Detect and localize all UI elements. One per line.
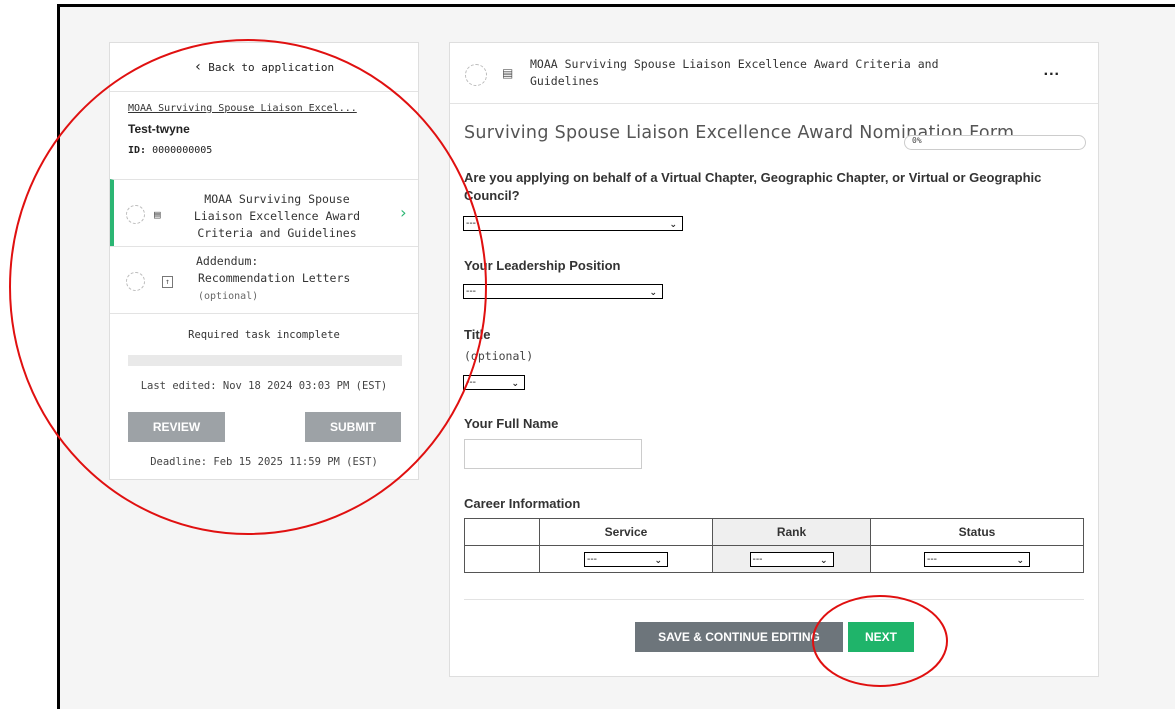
- optional-tag: (optional): [198, 291, 259, 302]
- chapter-type-select[interactable]: --- ⌄: [463, 216, 683, 231]
- table-header-row: Service Rank Status: [464, 518, 1084, 546]
- id-label: ID:: [128, 145, 147, 156]
- submit-button[interactable]: SUBMIT: [305, 412, 401, 442]
- table-row: --- ⌄ --- ⌄ --- ⌄: [464, 545, 1084, 573]
- chevron-down-icon: ⌄: [819, 554, 828, 565]
- title-optional-tag: (optional): [464, 349, 534, 363]
- select-value: ---: [466, 377, 476, 388]
- task-status-circle-icon: [126, 272, 145, 291]
- task-status-circle-icon: [126, 205, 145, 224]
- select-value: ---: [927, 553, 937, 565]
- back-to-application-link[interactable]: ‹ Back to application: [110, 43, 418, 92]
- id-value: 0000000005: [152, 145, 213, 156]
- applicant-name: Test-twyne: [128, 122, 190, 136]
- select-value: ---: [466, 218, 476, 229]
- upload-icon: ↑: [162, 276, 173, 288]
- completion-indicator: 0%: [904, 135, 1086, 150]
- select-value: ---: [466, 286, 476, 297]
- task-header: ▤ MOAA Surviving Spouse Liaison Excellen…: [450, 43, 1098, 104]
- leadership-position-label: Your Leadership Position: [464, 258, 621, 273]
- table-cell: --- ⌄: [539, 545, 713, 573]
- deadline-text: Deadline: Feb 15 2025 11:59 PM (EST): [150, 456, 378, 468]
- service-column-header: Service: [539, 518, 713, 546]
- application-info: MOAA Surviving Spouse Liaison Excel... T…: [128, 103, 402, 156]
- status-select[interactable]: --- ⌄: [924, 551, 1030, 567]
- chevron-right-icon: ›: [398, 203, 408, 222]
- application-sidebar: ‹ Back to application MOAA Surviving Spo…: [109, 42, 419, 480]
- review-button[interactable]: REVIEW: [128, 412, 225, 442]
- task-label-line: Liaison Excellence Award: [193, 209, 361, 223]
- submission-status: Required task incomplete Last edited: No…: [110, 313, 418, 468]
- back-label: Back to application: [208, 60, 335, 74]
- chevron-down-icon: ⌄: [654, 554, 662, 565]
- rank-column-header: Rank: [712, 518, 871, 546]
- title-label: Title: [464, 327, 491, 342]
- document-icon: ▤: [154, 208, 161, 221]
- task-label: Addendum: Recommendation Letters (option…: [176, 253, 366, 305]
- leadership-position-select[interactable]: --- ⌄: [463, 284, 663, 299]
- status-column-header: Status: [870, 518, 1084, 546]
- sidebar-task-criteria[interactable]: ▤ MOAA Surviving Spouse Liaison Excellen…: [110, 179, 418, 246]
- chevron-down-icon: ⌄: [669, 219, 677, 229]
- application-id: ID: 0000000005: [128, 145, 402, 156]
- more-options-button[interactable]: ...: [1044, 62, 1060, 80]
- rank-select[interactable]: --- ⌄: [749, 551, 834, 567]
- select-value: ---: [752, 553, 763, 565]
- chapter-type-label: Are you applying on behalf of a Virtual …: [464, 170, 1042, 203]
- completion-percent: 0%: [912, 136, 922, 145]
- chevron-down-icon: ⌄: [1016, 554, 1024, 565]
- table-cell: [464, 545, 540, 573]
- form-card: ▤ MOAA Surviving Spouse Liaison Excellen…: [449, 42, 1099, 677]
- chevron-down-icon: ⌄: [511, 378, 519, 388]
- last-edited-text: Last edited: Nov 18 2024 03:03 PM (EST): [140, 380, 388, 392]
- task-label-line: Criteria and Guidelines: [197, 226, 357, 240]
- application-name-link[interactable]: MOAA Surviving Spouse Liaison Excel...: [128, 103, 402, 114]
- task-label-line: Addendum:: [196, 254, 259, 268]
- document-icon: ▤: [502, 66, 514, 80]
- save-continue-button[interactable]: SAVE & CONTINUE EDITING: [635, 622, 843, 652]
- sidebar-actions: REVIEW SUBMIT: [128, 412, 401, 442]
- table-cell: --- ⌄: [712, 545, 871, 573]
- career-information-table: Service Rank Status --- ⌄ --- ⌄ --- ⌄: [464, 518, 1084, 573]
- progress-bar: [128, 355, 402, 366]
- task-header-title: MOAA Surviving Spouse Liaison Excellence…: [530, 57, 939, 88]
- select-value: ---: [587, 553, 597, 565]
- task-label-line: MOAA Surviving Spouse: [204, 192, 350, 206]
- full-name-label: Your Full Name: [464, 416, 559, 431]
- title-select[interactable]: --- ⌄: [463, 375, 525, 390]
- task-label-line: Recommendation Letters: [198, 271, 351, 285]
- task-label: MOAA Surviving Spouse Liaison Excellence…: [182, 191, 372, 242]
- chevron-left-icon: ‹: [193, 59, 203, 75]
- sidebar-task-recommendation-letters[interactable]: ↑ Addendum: Recommendation Letters (opti…: [110, 246, 418, 313]
- divider: [464, 599, 1084, 600]
- task-status-circle-icon: [465, 64, 487, 86]
- chevron-down-icon: ⌄: [649, 287, 657, 297]
- service-select[interactable]: --- ⌄: [584, 551, 668, 567]
- full-name-input[interactable]: [464, 439, 642, 469]
- required-status-text: Required task incomplete: [188, 329, 340, 341]
- table-cell: --- ⌄: [870, 545, 1084, 573]
- career-information-label: Career Information: [464, 496, 581, 511]
- table-header-cell: [464, 518, 540, 546]
- next-button[interactable]: NEXT: [848, 622, 914, 652]
